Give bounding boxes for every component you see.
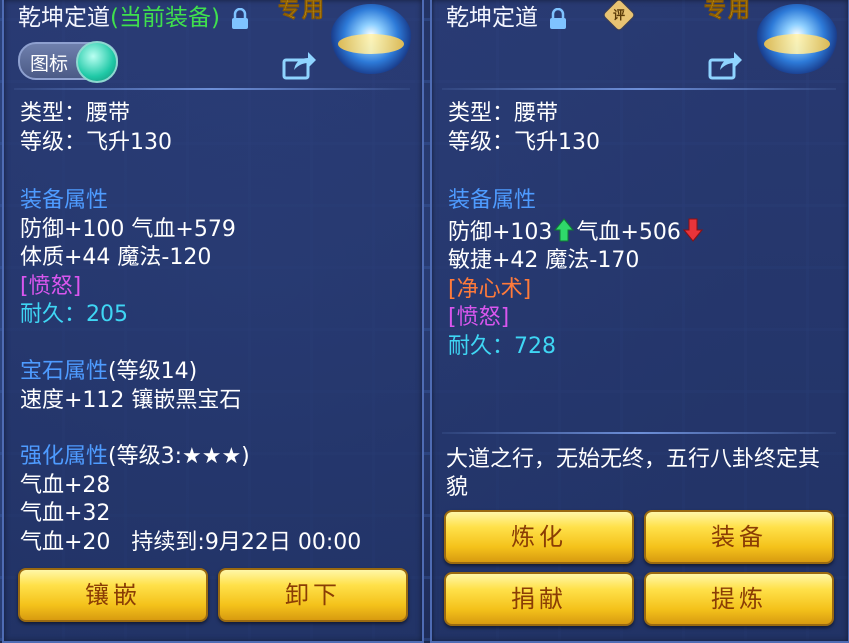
special-effect-1: [净心术] [448,277,532,302]
enhance-line-1: 气血+28 [20,473,111,498]
gem-attr-header: 宝石属性 [20,359,109,384]
compare-equipment-panel: 乾坤定道 评 专用 类型：腰带 等级：飞升130 装备属性 防御+103 气血+5… [430,0,849,643]
enhance-level: (等级3:★★★) [108,444,250,469]
durability: 耐久：205 [20,302,128,327]
attr-line-1: 防御+103 气血+506 [448,218,705,247]
attr-line-2: 体质+44 魔法-120 [20,245,212,270]
enhance-line-3: 气血+20 持续到:9月22日 00:00 [20,529,361,557]
up-arrow-icon [554,218,575,242]
hp-value: 气血+506 [576,220,681,245]
item-title: 乾坤定道 [446,0,567,32]
item-name: 乾坤定道 [18,5,110,31]
type-line: 类型：腰带 [20,101,131,126]
separator [442,432,836,434]
lock-icon [550,7,567,29]
item-name: 乾坤定道 [446,5,538,31]
equip-attr-header: 装备属性 [448,188,537,213]
gem-line: 速度+112 镶嵌黑宝石 [20,388,242,413]
icon-toggle[interactable]: 图标 [18,41,118,83]
exclusive-badge: 专用 [278,0,327,23]
toggle-label: 图标 [30,53,69,75]
emblem-icon [756,4,838,74]
durability: 耐久：728 [448,334,556,359]
item-description: 大道之行，无始无终，五行八卦终定其貌 [446,447,821,500]
separator [14,88,410,90]
item-title: 乾坤定道(当前装备) [18,0,249,32]
enhance-attr-line: 强化属性(等级3:★★★) [20,443,250,471]
level-line: 等级：飞升130 [20,130,172,155]
defense-value: 防御+103 [448,220,553,245]
share-icon[interactable] [708,50,744,80]
attr-line-2: 敏捷+42 魔法-170 [448,248,640,273]
attr-line-1: 防御+100 气血+579 [20,217,236,242]
refine-button[interactable]: 炼化 [444,510,634,564]
special-effect-2: [愤怒] [448,305,510,330]
enhance-expire: 持续到:9月22日 00:00 [131,530,362,555]
equip-attr-header: 装备属性 [20,188,109,213]
emblem-icon [330,4,412,74]
type-line: 类型：腰带 [448,101,559,126]
gem-attr-line: 宝石属性(等级14) [20,358,197,386]
rating-label: 评 [612,8,625,22]
enhance-attr-header: 强化属性 [20,444,109,469]
enhance-line-2: 气血+32 [20,501,111,526]
donate-button[interactable]: 捐献 [444,572,634,626]
current-equipped-tag: (当前装备) [110,5,220,31]
inlay-button[interactable]: 镶嵌 [18,568,208,622]
gem-level: (等级14) [108,359,198,384]
lock-icon [232,7,249,29]
rating-icon[interactable]: 评 [603,0,635,31]
exclusive-badge: 专用 [704,0,753,23]
equip-button[interactable]: 装备 [644,510,834,564]
down-arrow-icon [682,218,703,242]
enhance-value-3: 气血+20 [20,530,111,555]
share-icon[interactable] [282,50,318,80]
special-effect: [愤怒] [20,274,82,299]
level-line: 等级：飞升130 [448,130,600,155]
extract-button[interactable]: 提炼 [644,572,834,626]
toggle-knob[interactable] [76,41,118,83]
current-equipment-panel: 乾坤定道(当前装备) 专用 图标 类型：腰带 等级：飞升130 装备属性 防御+… [2,0,424,643]
separator [442,88,836,90]
unequip-button[interactable]: 卸下 [218,568,408,622]
